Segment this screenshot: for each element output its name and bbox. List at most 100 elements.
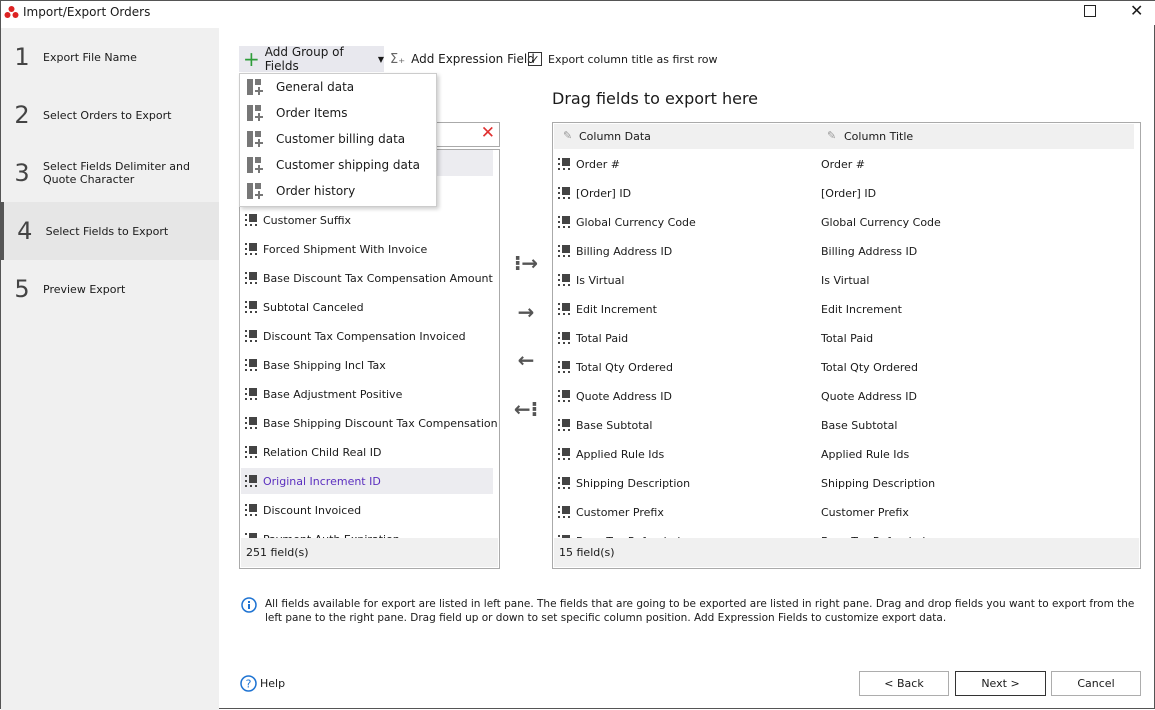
column-title-cell[interactable]: Total Paid	[821, 332, 873, 345]
title-bar: Import/Export Orders ✕	[1, 1, 1155, 25]
column-data-cell: Billing Address ID	[576, 244, 673, 258]
table-row[interactable]: Billing Address ID Billing Address ID	[554, 238, 1139, 264]
drag-handle-icon	[558, 303, 570, 315]
add-field-button[interactable]: →	[513, 302, 539, 322]
step-label: Select Fields to Export	[45, 224, 169, 238]
clear-search-icon[interactable]: ✕	[481, 123, 495, 143]
drag-handle-icon	[245, 301, 257, 313]
table-row[interactable]: Order # Order #	[554, 151, 1139, 177]
column-title-cell[interactable]: Billing Address ID	[821, 245, 917, 258]
maximize-button[interactable]	[1084, 5, 1096, 17]
step-label: Export File Name	[43, 50, 137, 64]
column-title-cell[interactable]: Is Virtual	[821, 274, 869, 287]
grid-header: ✎ Column Data ✎ Column Title	[554, 124, 1134, 149]
table-row[interactable]: Shipping Description Shipping Description	[554, 470, 1139, 496]
table-row[interactable]: Global Currency Code Global Currency Code	[554, 209, 1139, 235]
column-data-cell: Total Qty Ordered	[576, 360, 673, 374]
pencil-icon: ✎	[827, 129, 837, 142]
help-link[interactable]: ? Help	[240, 675, 285, 692]
column-title-cell[interactable]: Customer Prefix	[821, 506, 909, 519]
export-title-checkbox[interactable]: ✓ Export column title as first row	[528, 46, 717, 72]
column-data-cell: Order #	[576, 157, 620, 171]
drag-handle-icon	[558, 158, 570, 170]
table-row[interactable]: Applied Rule Ids Applied Rule Ids	[554, 441, 1139, 467]
list-item[interactable]: Base Adjustment Positive	[241, 381, 498, 407]
table-row[interactable]: Quote Address ID Quote Address ID	[554, 383, 1139, 409]
column-data-cell: Quote Address ID	[576, 389, 672, 403]
column-title-cell[interactable]: Quote Address ID	[821, 390, 917, 403]
plus-icon: +	[243, 47, 260, 71]
info-icon	[241, 597, 257, 613]
step-label: Select Fields Delimiter and Quote Charac…	[43, 160, 190, 186]
remove-field-button[interactable]: ←	[513, 350, 539, 370]
list-item[interactable]: Base Discount Tax Compensation Amount	[241, 265, 498, 291]
column-title-cell[interactable]: Global Currency Code	[821, 216, 941, 229]
table-row[interactable]: Customer Prefix Customer Prefix	[554, 499, 1139, 525]
column-data-header[interactable]: Column Data	[579, 130, 651, 143]
drag-handle-icon	[245, 504, 257, 516]
drag-handle-icon	[245, 359, 257, 371]
step-5[interactable]: 5 Preview Export	[1, 260, 219, 318]
column-title-cell[interactable]: Total Qty Ordered	[821, 361, 918, 374]
available-fields-list: Customer Suffix Forced Shipment With Invo…	[239, 149, 500, 569]
table-row[interactable]: Total Paid Total Paid	[554, 325, 1139, 351]
drag-handle-icon	[558, 187, 570, 199]
add-expression-button[interactable]: Σ₊ Add Expression Field	[390, 46, 535, 72]
menu-item[interactable]: Order Items	[240, 100, 436, 126]
field-count: 251 field(s)	[241, 538, 498, 567]
drag-handle-icon	[558, 448, 570, 460]
column-title-cell[interactable]: Shipping Description	[821, 477, 935, 490]
column-title-cell[interactable]: Base Subtotal	[821, 419, 897, 432]
list-item[interactable]: Base Shipping Discount Tax Compensation …	[241, 410, 498, 436]
column-title-cell[interactable]: Applied Rule Ids	[821, 448, 909, 461]
add-all-fields-button[interactable]: ⁝→	[513, 253, 539, 273]
table-row[interactable]: Base Subtotal Base Subtotal	[554, 412, 1139, 438]
step-number: 1	[14, 43, 30, 71]
drag-handle-icon	[558, 477, 570, 489]
step-3[interactable]: 3 Select Fields Delimiter and Quote Chara…	[1, 144, 219, 202]
add-group-icon	[247, 157, 263, 173]
menu-item[interactable]: General data	[240, 74, 436, 100]
table-row[interactable]: Is Virtual Is Virtual	[554, 267, 1139, 293]
checkbox-checked-icon: ✓	[528, 52, 542, 66]
caret-down-icon: ▼	[377, 54, 384, 64]
step-label: Preview Export	[43, 282, 126, 296]
close-button[interactable]: ✕	[1130, 1, 1143, 20]
column-title-cell[interactable]: Edit Increment	[821, 303, 902, 316]
column-title-header[interactable]: Column Title	[844, 130, 913, 143]
wizard-steps: 1 Export File Name 2 Select Orders to Expor…	[1, 28, 219, 710]
drag-handle-icon	[558, 506, 570, 518]
next-button[interactable]: Next >	[955, 671, 1046, 696]
column-title-cell[interactable]: [Order] ID	[821, 187, 876, 200]
step-4[interactable]: 4 Select Fields to Export	[1, 202, 219, 260]
menu-item[interactable]: Customer shipping data	[240, 152, 436, 178]
step-2[interactable]: 2 Select Orders to Export	[1, 86, 219, 144]
list-item[interactable]: Discount Invoiced	[241, 497, 498, 523]
cancel-button[interactable]: Cancel	[1051, 671, 1141, 696]
list-item[interactable]: Subtotal Canceled	[241, 294, 498, 320]
table-row[interactable]: Total Qty Ordered Total Qty Ordered	[554, 354, 1139, 380]
export-pane-heading: Drag fields to export here	[552, 89, 759, 108]
list-item[interactable]: Customer Suffix	[241, 207, 498, 233]
menu-item[interactable]: Order history	[240, 178, 436, 204]
list-item[interactable]: Discount Tax Compensation Invoiced	[241, 323, 498, 349]
list-item[interactable]: Original Increment ID	[241, 468, 493, 494]
column-data-cell: Edit Increment	[576, 302, 657, 316]
list-item[interactable]: Base Shipping Incl Tax	[241, 352, 498, 378]
column-data-cell: Applied Rule Ids	[576, 447, 665, 461]
step-1[interactable]: 1 Export File Name	[1, 28, 219, 86]
column-data-cell: [Order] ID	[576, 186, 632, 200]
column-title-cell[interactable]: Order #	[821, 158, 865, 171]
remove-all-fields-button[interactable]: ←⁝	[513, 399, 539, 419]
table-row[interactable]: Edit Increment Edit Increment	[554, 296, 1139, 322]
export-fields-grid: ✎ Column Data ✎ Column Title Order # Orde…	[552, 122, 1141, 569]
list-item[interactable]: Forced Shipment With Invoice	[241, 236, 498, 262]
back-button[interactable]: < Back	[859, 671, 949, 696]
add-group-button[interactable]: + Add Group of Fields ▼	[239, 45, 384, 73]
table-row[interactable]: [Order] ID [Order] ID	[554, 180, 1139, 206]
column-data-cell: Is Virtual	[576, 273, 625, 287]
list-item[interactable]: Relation Child Real ID	[241, 439, 498, 465]
step-label: Select Orders to Export	[43, 108, 172, 122]
drag-handle-icon	[558, 245, 570, 257]
menu-item[interactable]: Customer billing data	[240, 126, 436, 152]
